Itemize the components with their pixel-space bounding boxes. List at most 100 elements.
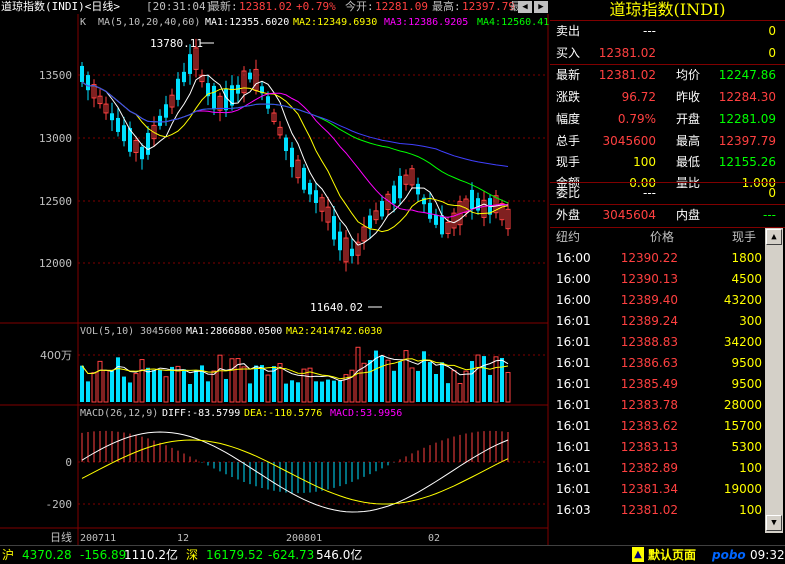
volume-bar: [194, 370, 198, 402]
quote-title: 道琼指数(INDI): [609, 0, 726, 19]
macd-diff-line: [81, 431, 509, 513]
arrow-left-icon[interactable]: ◀: [518, 1, 532, 13]
trade-row: 16:01 12382.89 100: [550, 458, 765, 479]
quote-row: 总手 3045600 最高 12397.79: [550, 130, 785, 152]
candle-body: [368, 215, 372, 229]
volume-bar: [326, 379, 330, 402]
trades-scrollbar[interactable]: ▲ ▼: [765, 228, 783, 533]
quote-value: 12397.79: [718, 134, 776, 148]
volume-bar: [409, 367, 415, 403]
trade-time: 16:01: [556, 482, 591, 496]
candle-body: [248, 72, 252, 80]
volume-bar: [110, 370, 114, 402]
scroll-down-icon[interactable]: ▼: [766, 515, 782, 531]
volume-bar: [139, 359, 145, 403]
period-label[interactable]: 日线: [50, 530, 72, 544]
volume-bar: [301, 368, 307, 403]
volume-bar: [380, 355, 384, 402]
candle-body: [338, 231, 342, 251]
volume-bar: [314, 381, 318, 402]
quote-value: 12381.02: [598, 46, 656, 60]
ma-label: MA(5,10,20,40,60): [98, 17, 200, 28]
header-time: [20:31:04]: [146, 0, 213, 13]
sz-label: 深: [186, 548, 199, 562]
macd-lines: [81, 431, 509, 513]
candle-body: [380, 200, 384, 217]
candle-body: [290, 147, 294, 168]
volume-bar: [368, 360, 372, 402]
sh-change: -156.89: [80, 548, 127, 562]
trade-vol: 100: [739, 503, 762, 517]
arrow-right-icon[interactable]: ▶: [534, 1, 548, 13]
volume-bar: [122, 376, 126, 402]
trade-price: 12383.13: [620, 440, 678, 454]
volume-bar: [116, 357, 120, 402]
ma-line: [81, 81, 509, 167]
chart-header: 道琼指数(INDI)<日线> [20:31:04] 最新: 12381.02 +…: [0, 0, 548, 14]
trade-time: 16:01: [556, 377, 591, 391]
ma4-value: MA4:12560.41: [477, 17, 549, 28]
candle-body: [350, 248, 354, 257]
status-bar: 沪 4370.28 -156.89 1110.2亿 深 16179.52 -62…: [0, 545, 785, 564]
trade-price: 12389.40: [620, 293, 678, 307]
trade-vol: 28000: [723, 398, 762, 412]
trade-row: 16:01 12383.62 15700: [550, 416, 765, 437]
trade-time: 16:00: [556, 293, 591, 307]
volume-bar: [416, 370, 420, 402]
volume-bar: [403, 350, 409, 403]
candle-body: [86, 75, 90, 91]
volume-bar: [434, 373, 438, 402]
volume-bar: [97, 360, 103, 403]
volume-bar: [428, 362, 432, 402]
trade-price: 12385.49: [620, 377, 678, 391]
trade-row: 16:01 12385.49 9500: [550, 374, 765, 395]
volume-ma-lines: [81, 354, 509, 382]
quote-label: 最新: [556, 68, 581, 82]
trade-row: 16:01 12383.13 5300: [550, 437, 765, 458]
header-nav: ◀ ▶: [516, 0, 550, 14]
volume-bar: [128, 382, 132, 402]
clock: 09:32: [750, 548, 785, 562]
volume-bar: [493, 356, 499, 403]
default-page-button[interactable]: 默认页面: [648, 546, 696, 564]
quote-row: 委比 --- 0: [550, 182, 785, 204]
scroll-up-icon[interactable]: ▲: [766, 229, 782, 245]
x-tick: 200801: [286, 533, 322, 544]
candle-body: [416, 183, 420, 195]
volume-bar: [146, 367, 150, 402]
price-tick: 13500: [39, 69, 72, 82]
candle-body: [470, 189, 474, 209]
quote-value: ---: [763, 208, 776, 222]
ma3-value: MA3:12386.9205: [384, 17, 468, 28]
quote-value: 12247.86: [718, 68, 776, 82]
volume-bar: [103, 370, 109, 403]
volume-bar: [398, 361, 402, 402]
volume-bar: [457, 382, 463, 403]
volume-bar: [500, 357, 504, 402]
quote-value: 12381.02: [598, 68, 656, 82]
macd-diff: DIFF:-83.5799: [162, 408, 240, 419]
kline-chart-area[interactable]: K MA(5,10,20,40,60) MA1:12355.6020 MA2:1…: [0, 14, 550, 545]
quote-label: 卖出: [556, 24, 581, 38]
quote-row: 幅度 0.79% 开盘 12281.09: [550, 108, 785, 130]
default-page-icon[interactable]: ▲: [632, 547, 644, 562]
candle-body: [146, 132, 150, 155]
sh-index: 4370.28: [22, 548, 72, 562]
header-high-value: 12397.79: [462, 0, 515, 13]
trade-vol: 43200: [723, 293, 762, 307]
vol-ma1: MA1:2866880.0500: [186, 326, 282, 337]
quote-value: 12284.30: [718, 90, 776, 104]
quote-label: 总手: [556, 134, 581, 148]
volume-bar: [248, 383, 252, 402]
trade-time: 16:01: [556, 419, 591, 433]
volume-bar: [229, 358, 235, 403]
macd-tick: -200: [46, 498, 73, 511]
trade-price: 12381.34: [620, 482, 678, 496]
candles: [80, 38, 511, 272]
header-latest-value: 12381.02: [239, 0, 292, 13]
volume-bar: [505, 371, 511, 403]
quote-value: 12281.09: [718, 112, 776, 126]
candle-body: [302, 167, 306, 190]
volume-bar: [211, 370, 217, 403]
trade-vol: 300: [739, 314, 762, 328]
